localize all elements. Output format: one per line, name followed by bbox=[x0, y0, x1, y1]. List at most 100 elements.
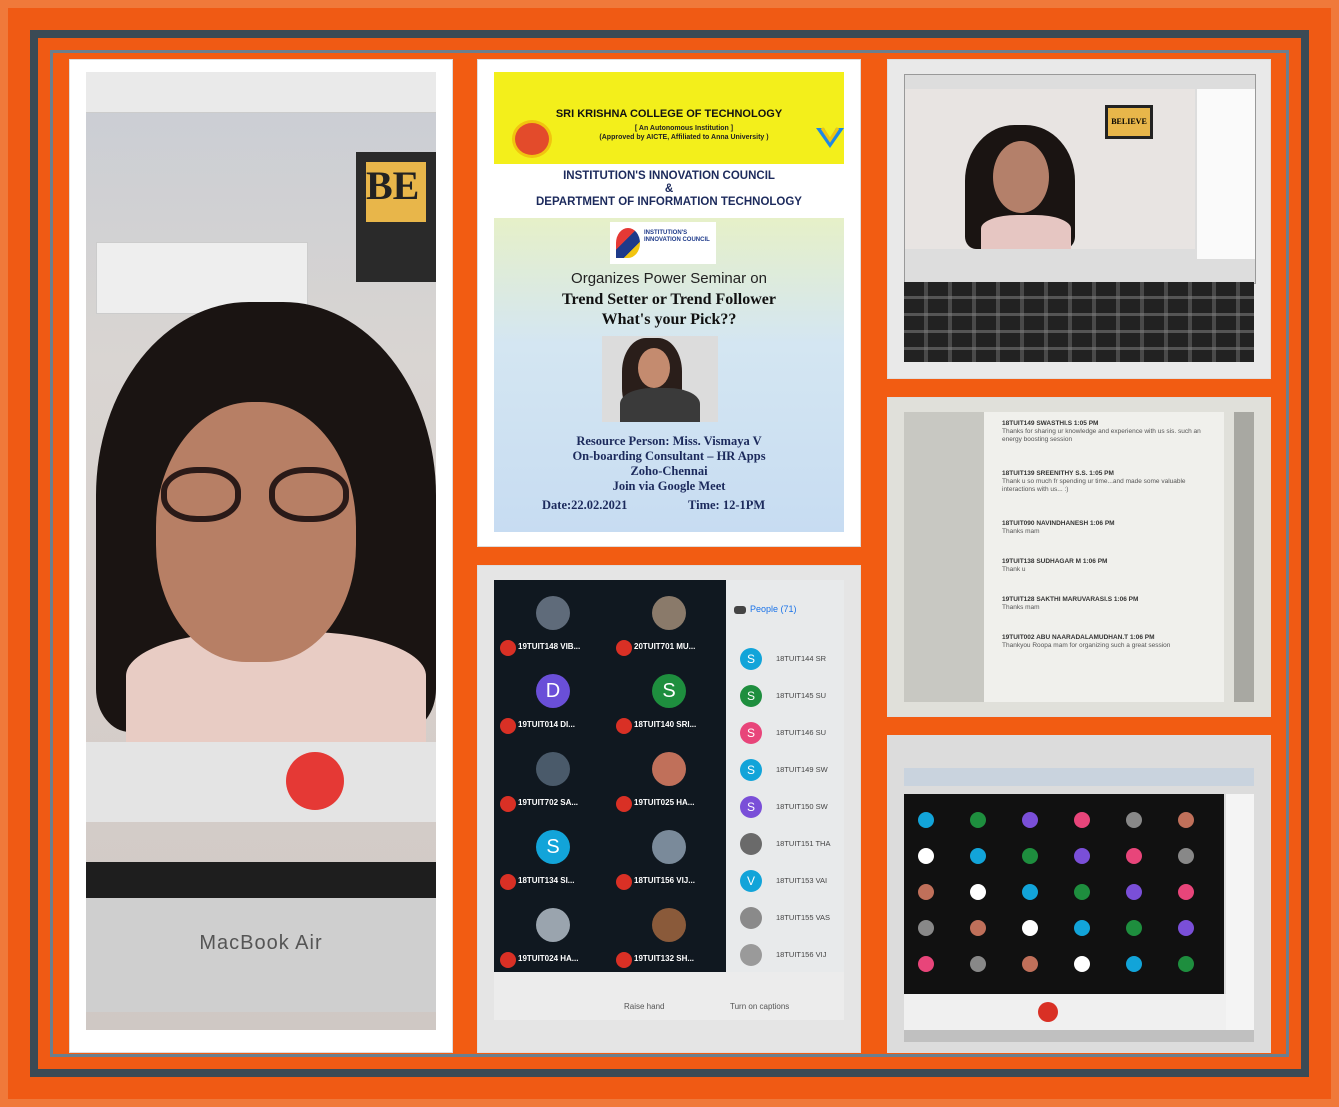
poster-header: SRI KRISHNA COLLEGE OF TECHNOLOGY [ An A… bbox=[494, 72, 844, 164]
wall-sign: BE bbox=[356, 152, 436, 282]
avatar bbox=[652, 752, 686, 786]
laptop-meet-photo-card: BELIEVE bbox=[888, 60, 1270, 378]
participant-name: 18TUIT149 SW bbox=[776, 765, 828, 774]
participant-grid: 19TUIT148 VIB... 20TUIT701 MU... D 19TUIT01… bbox=[494, 580, 726, 972]
mic-off-icon bbox=[500, 640, 516, 656]
department-title: DEPARTMENT OF INFORMATION TECHNOLOGY bbox=[536, 196, 802, 208]
gallery-avatar bbox=[1074, 812, 1090, 828]
participant-tile[interactable]: 19TUIT024 HA... bbox=[494, 894, 610, 972]
browser-tab-bar bbox=[86, 72, 436, 113]
organizes-text: Organizes Power Seminar on bbox=[571, 270, 767, 287]
meet-bottom-bar: Raise hand Turn on captions bbox=[494, 972, 844, 1020]
gallery-avatar bbox=[1178, 812, 1194, 828]
gallery-avatar bbox=[918, 920, 934, 936]
participant-tile[interactable]: 19TUIT702 SA... bbox=[494, 738, 610, 816]
people-tab[interactable]: People (71) bbox=[734, 604, 797, 614]
participant-name: 19TUIT132 SH... bbox=[634, 954, 695, 963]
gallery-avatar bbox=[1178, 848, 1194, 864]
gallery-avatar bbox=[1126, 848, 1142, 864]
chat-photo-card: 18TUIT149 SWASTHI.S 1:05 PM Thanks for sh… bbox=[888, 398, 1270, 716]
people-list-item[interactable]: S 18TUIT150 SW bbox=[740, 794, 840, 822]
participant-sidebar bbox=[1197, 89, 1255, 259]
people-list-item[interactable]: S 18TUIT144 SR bbox=[740, 646, 840, 674]
gallery-avatar bbox=[1126, 920, 1142, 936]
people-list-item[interactable]: 18TUIT156 VIJ bbox=[740, 942, 840, 970]
participant-name: 18TUIT155 VAS bbox=[776, 913, 831, 922]
gallery-avatar bbox=[1126, 812, 1142, 828]
participant-tile[interactable]: S 18TUIT140 SRI... bbox=[610, 660, 726, 738]
mic-off-icon bbox=[500, 874, 516, 890]
avatar: S bbox=[740, 685, 762, 707]
participant-tile[interactable]: 19TUIT025 HA... bbox=[610, 738, 726, 816]
glasses bbox=[161, 467, 351, 527]
people-panel: People (71) S 18TUIT144 SR S 18TUIT145 SU S 1… bbox=[726, 580, 844, 972]
raise-hand-button[interactable]: Raise hand bbox=[624, 1002, 664, 1011]
participant-tile[interactable]: S 18TUIT134 SI... bbox=[494, 816, 610, 894]
avatar: D bbox=[536, 674, 570, 708]
gallery-avatar bbox=[1022, 812, 1038, 828]
people-list-item[interactable]: S 18TUIT146 SU bbox=[740, 720, 840, 748]
avatar: S bbox=[740, 796, 762, 818]
gallery-avatar bbox=[1178, 956, 1194, 972]
avatar bbox=[740, 833, 762, 855]
college-logo-icon bbox=[512, 120, 552, 158]
people-list-item[interactable]: S 18TUIT149 SW bbox=[740, 757, 840, 785]
resource-person-photo bbox=[602, 336, 718, 422]
seminar-date: Date:22.02.2021 bbox=[542, 498, 628, 512]
chat-message: 19TUIT128 SAKTHI MARUVARASI.S 1:06 PM Tha… bbox=[1002, 596, 1139, 611]
end-call-icon bbox=[286, 752, 344, 810]
gallery-avatar bbox=[1022, 884, 1038, 900]
participant-name: 19TUIT025 HA... bbox=[634, 798, 695, 807]
speaker-photo: BE MacBook Air bbox=[86, 72, 436, 1030]
gallery-avatar bbox=[1126, 956, 1142, 972]
gallery-avatar bbox=[970, 812, 986, 828]
end-call-icon bbox=[1038, 1002, 1058, 1022]
participant-name: 18TUIT153 VAI bbox=[776, 876, 828, 885]
chat-message: 18TUIT139 SREENITHY S.S. 1:05 PM Thank u … bbox=[1002, 470, 1186, 493]
chat-panel: 18TUIT149 SWASTHI.S 1:05 PM Thanks for sh… bbox=[984, 412, 1224, 702]
seminar-poster: SRI KRISHNA COLLEGE OF TECHNOLOGY [ An A… bbox=[478, 60, 860, 546]
mic-off-icon bbox=[500, 952, 516, 968]
participant-name: 18TUIT134 SI... bbox=[518, 876, 575, 885]
participant-tile[interactable]: 19TUIT132 SH... bbox=[610, 894, 726, 972]
participant-name: 18TUIT150 SW bbox=[776, 802, 828, 811]
avatar: S bbox=[740, 722, 762, 744]
taskbar bbox=[86, 862, 436, 898]
mic-off-icon bbox=[500, 796, 516, 812]
avatar: V bbox=[740, 870, 762, 892]
people-list-item[interactable]: 18TUIT151 THA bbox=[740, 831, 840, 859]
participant-name: 18TUIT156 VIJ bbox=[776, 950, 827, 959]
avatar bbox=[652, 830, 686, 864]
resource-info: Resource Person: Miss. Vismaya V On-boar… bbox=[572, 434, 766, 493]
gallery-avatar bbox=[1178, 884, 1194, 900]
gallery-avatar bbox=[970, 920, 986, 936]
browser-tabs bbox=[904, 768, 1254, 786]
participant-tile[interactable]: 19TUIT148 VIB... bbox=[494, 582, 610, 660]
seminar-topic: Trend Setter or Trend Follower What's yo… bbox=[562, 291, 776, 328]
participant-tile[interactable]: D 19TUIT014 DI... bbox=[494, 660, 610, 738]
avatar: S bbox=[536, 830, 570, 864]
gallery-control-bar bbox=[904, 994, 1226, 1030]
gallery-avatar bbox=[1178, 920, 1194, 936]
participant-tile[interactable]: 20TUIT701 MU... bbox=[610, 582, 726, 660]
participant-name: 19TUIT024 HA... bbox=[518, 954, 579, 963]
gallery-avatar bbox=[1126, 884, 1142, 900]
mic-off-icon bbox=[616, 796, 632, 812]
people-list-item[interactable]: 18TUIT155 VAS bbox=[740, 905, 840, 933]
gallery-avatar bbox=[970, 848, 986, 864]
believe-sign: BELIEVE bbox=[1105, 105, 1153, 139]
gallery-avatar bbox=[970, 956, 986, 972]
participant-tile[interactable]: 18TUIT156 VIJ... bbox=[610, 816, 726, 894]
people-list-item[interactable]: V 18TUIT153 VAI bbox=[740, 868, 840, 896]
gallery-avatar bbox=[918, 956, 934, 972]
participant-name: 18TUIT144 SR bbox=[776, 654, 827, 663]
gallery-avatar bbox=[918, 884, 934, 900]
avatar bbox=[740, 907, 762, 929]
gallery-avatar bbox=[970, 884, 986, 900]
gallery-view-photo-card bbox=[888, 736, 1270, 1052]
people-list-item[interactable]: S 18TUIT145 SU bbox=[740, 683, 840, 711]
captions-button[interactable]: Turn on captions bbox=[730, 1002, 789, 1011]
avatar bbox=[536, 596, 570, 630]
iic-title: INSTITUTION'S INNOVATION COUNCIL bbox=[563, 170, 775, 182]
mic-off-icon bbox=[616, 718, 632, 734]
